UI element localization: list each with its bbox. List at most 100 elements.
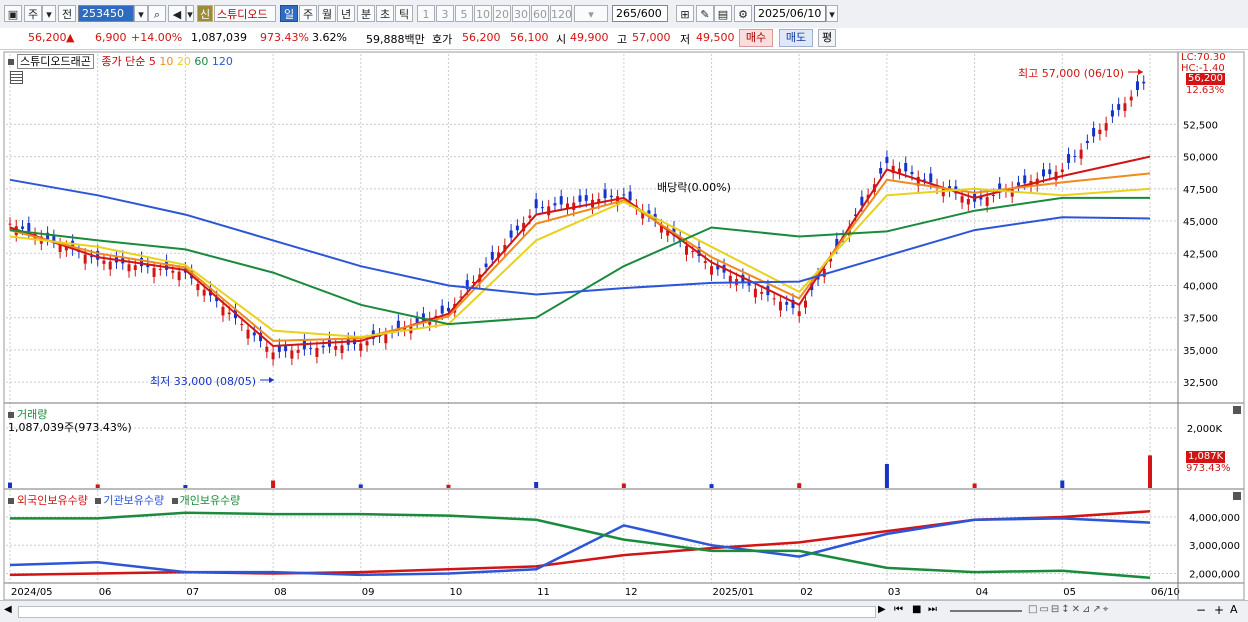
candle-body xyxy=(1104,123,1108,131)
interval-5-button[interactable]: 5 xyxy=(455,5,473,22)
scroll-left-icon[interactable]: ◀ xyxy=(4,604,16,618)
high-price: 57,000 xyxy=(632,31,671,44)
candle-body xyxy=(929,173,933,183)
candle-body xyxy=(309,347,313,349)
open-label: 시 xyxy=(556,33,567,46)
candle-body xyxy=(1079,149,1083,159)
candle-body xyxy=(359,343,363,351)
date-input[interactable]: 2025/06/10 xyxy=(754,5,826,22)
price-change: 6,900 xyxy=(95,31,127,44)
zoom-out-icon[interactable]: − xyxy=(1196,603,1208,617)
individual-legend-square-icon xyxy=(171,498,178,504)
chart-svg[interactable]: 32,500 35,000 37,500 40,000 42,500 45,000 47,5… xyxy=(0,50,1248,601)
period-week-button[interactable]: 주 xyxy=(299,5,317,22)
candle-body xyxy=(202,289,206,296)
code-dropdown-icon[interactable]: ▾ xyxy=(134,5,148,22)
candle-body xyxy=(1098,129,1102,135)
sound-icon[interactable]: ◀ xyxy=(168,5,186,22)
scroll-track[interactable] xyxy=(18,606,876,618)
candle-body xyxy=(446,307,450,312)
candle-body xyxy=(177,271,181,281)
price-tick-label: 37,500 xyxy=(1183,314,1218,325)
period-second-button[interactable]: 초 xyxy=(376,5,394,22)
candle-body xyxy=(133,265,137,271)
current-price: 56,200 xyxy=(28,31,67,44)
scroll-right-icon[interactable]: ▶ xyxy=(878,604,890,615)
candle-body xyxy=(321,345,325,348)
prev-button[interactable]: 전 xyxy=(58,5,76,22)
candle-body xyxy=(1023,175,1027,184)
volume-bar xyxy=(271,480,276,488)
period-tick-button[interactable]: 틱 xyxy=(395,5,413,22)
indicator-icon[interactable]: ⊞ xyxy=(676,5,694,22)
zoom-first-icon[interactable]: ⏮ xyxy=(894,604,908,615)
market-select[interactable]: 주 xyxy=(24,5,42,22)
search-icon[interactable]: ⌕ xyxy=(148,5,166,22)
price-legend: 스튜디오드래곤 종가 단순 5 10 20 60 120 xyxy=(8,53,233,69)
period-year-button[interactable]: 년 xyxy=(337,5,355,22)
turnover-rate: 3.62% xyxy=(312,31,347,44)
ask-price: 56,100 xyxy=(510,31,549,44)
interval-1-button[interactable]: 1 xyxy=(417,5,435,22)
interval-20-button[interactable]: 20 xyxy=(493,5,511,22)
time-tick-label: 07 xyxy=(186,587,199,598)
settings-gear-icon[interactable]: ⚙ xyxy=(734,5,752,22)
candle-body xyxy=(252,332,256,336)
interval-10-button[interactable]: 10 xyxy=(474,5,492,22)
candle-body xyxy=(991,194,995,197)
candle-body xyxy=(509,230,513,238)
zoom-in-icon[interactable]: + xyxy=(1214,603,1226,617)
interval-3-button[interactable]: 3 xyxy=(436,5,454,22)
new-stock-badge[interactable]: 신 xyxy=(197,5,213,22)
candle-body xyxy=(102,260,106,264)
volume-bar xyxy=(446,484,451,488)
chart-area[interactable]: 32,500 35,000 37,500 40,000 42,500 45,000 47,5… xyxy=(0,50,1248,621)
sell-button[interactable]: 매도 xyxy=(779,29,813,47)
period-month-button[interactable]: 월 xyxy=(318,5,336,22)
holdings-collapse-icon[interactable] xyxy=(1233,492,1241,500)
interval-60-button[interactable]: 60 xyxy=(531,5,549,22)
foreign-legend-square-icon xyxy=(8,498,14,504)
grid-toggle-icon[interactable] xyxy=(10,71,23,84)
font-size-icon[interactable]: A xyxy=(1230,603,1242,616)
stock-code-input[interactable]: 253450 xyxy=(78,5,134,22)
volume-collapse-icon[interactable] xyxy=(1233,406,1241,414)
candle-body xyxy=(797,311,801,317)
interval-custom-select[interactable]: ▾ xyxy=(574,5,608,22)
candle-body xyxy=(440,305,444,314)
candle-body xyxy=(1135,81,1139,91)
stock-name-field[interactable]: 스튜디오드 xyxy=(214,5,276,22)
zoom-slider[interactable] xyxy=(950,610,1022,612)
save-icon[interactable]: ▤ xyxy=(714,5,732,22)
dropdown-arrow-icon[interactable]: ▾ xyxy=(42,5,56,22)
legend-square-icon xyxy=(8,59,14,65)
candle-body xyxy=(152,267,156,277)
candle-body xyxy=(1117,104,1121,110)
interval-120-button[interactable]: 120 xyxy=(550,5,572,22)
volume-ratio: 973.43% xyxy=(260,31,309,44)
draw-tools-icon[interactable]: □▭⊟↕✕⊿↗⌖ xyxy=(1028,604,1178,615)
sound-dropdown-icon[interactable]: ▾ xyxy=(186,5,194,22)
time-tick-label: 10 xyxy=(449,587,462,598)
candle-body xyxy=(8,223,12,225)
candle-body xyxy=(158,268,162,270)
price-tick-label: 52,500 xyxy=(1183,120,1218,131)
interval-30-button[interactable]: 30 xyxy=(512,5,530,22)
buy-button[interactable]: 매수 xyxy=(739,29,773,47)
period-minute-button[interactable]: 분 xyxy=(357,5,375,22)
price-tick-label: 47,500 xyxy=(1183,185,1218,196)
volume-bar xyxy=(972,483,977,488)
zoom-last-icon[interactable]: ⏭ xyxy=(928,604,942,615)
volume-bar xyxy=(621,483,626,488)
count-input[interactable]: 265/600 xyxy=(612,5,668,22)
layout-icon[interactable]: ▣ xyxy=(4,5,22,22)
price-tick-label: 35,000 xyxy=(1183,346,1218,357)
period-day-button[interactable]: 일 xyxy=(280,5,298,22)
avg-button[interactable]: 평 xyxy=(818,29,836,47)
calendar-icon[interactable]: ▾ xyxy=(826,5,838,22)
stock-name-tab[interactable]: 스튜디오드래곤 xyxy=(17,54,94,69)
stop-icon[interactable]: ■ xyxy=(912,604,926,615)
volume-bar xyxy=(797,483,802,488)
drawing-tool-icon[interactable]: ✎ xyxy=(696,5,714,22)
candle-body xyxy=(966,198,970,205)
